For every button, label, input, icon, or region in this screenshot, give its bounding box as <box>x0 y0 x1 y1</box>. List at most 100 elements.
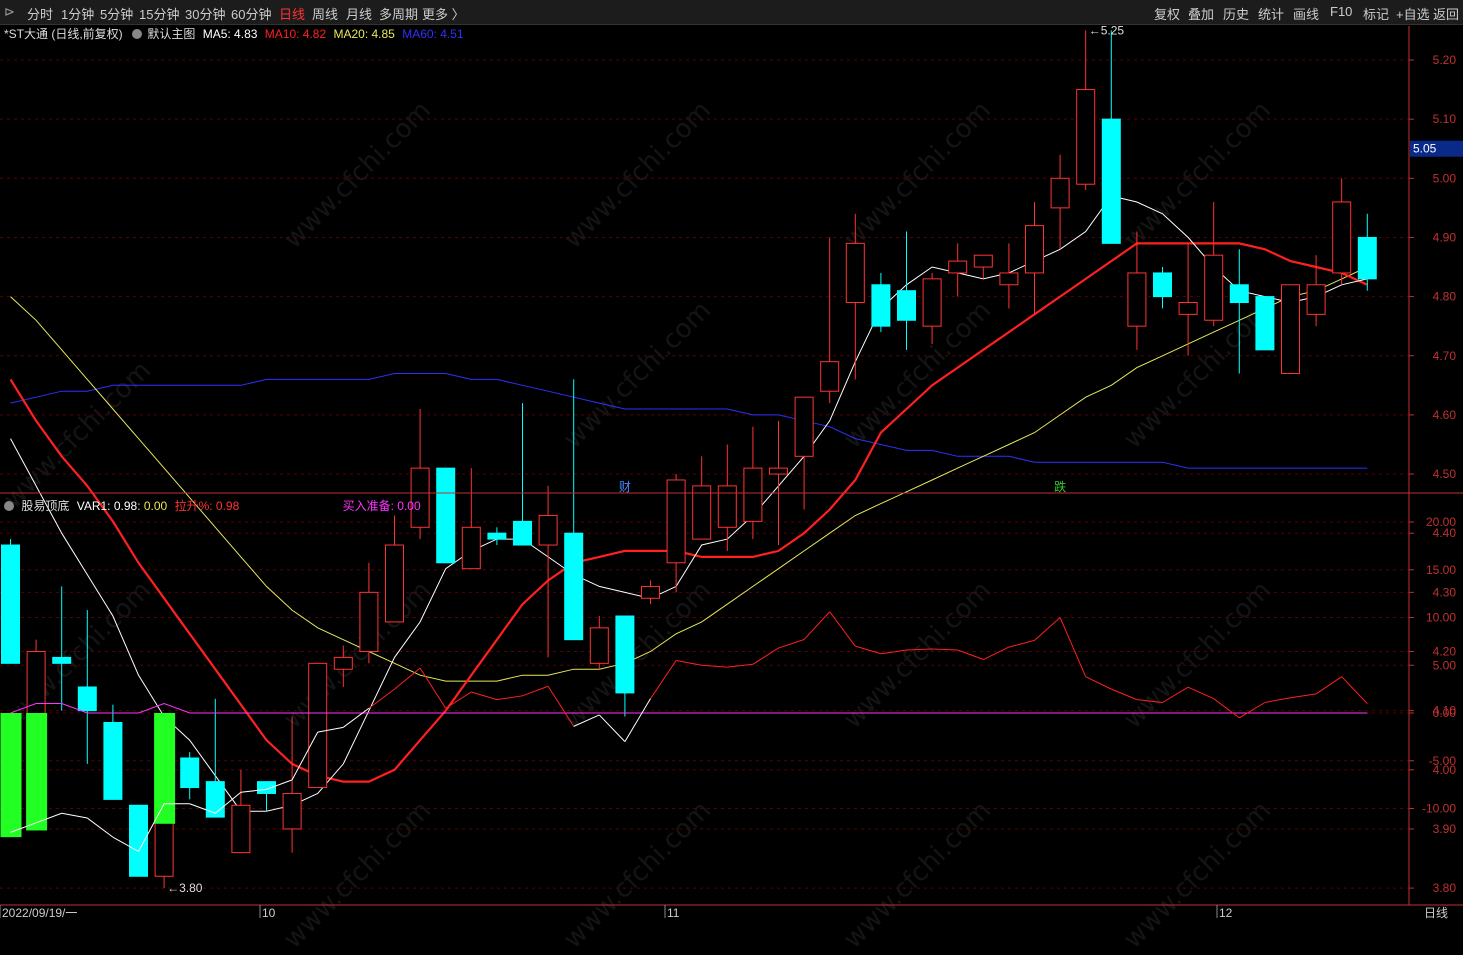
var1-segment <box>624 698 651 742</box>
var1-segment <box>547 685 575 727</box>
var1-segment <box>957 649 984 660</box>
candle-body <box>231 804 251 854</box>
var1-segment <box>1213 698 1240 719</box>
candle-body <box>359 591 379 652</box>
candle-body <box>615 615 635 694</box>
candle <box>845 213 865 380</box>
candle-body <box>1306 284 1326 315</box>
candle <box>666 474 686 593</box>
candle-body <box>794 396 814 457</box>
candle-body <box>871 284 891 327</box>
candle <box>1357 213 1377 291</box>
candle-body <box>487 532 507 540</box>
candle <box>820 237 840 404</box>
candle <box>1332 178 1352 285</box>
candle <box>205 698 225 818</box>
var1-segment <box>573 714 600 727</box>
candle <box>1050 154 1070 250</box>
ma10-value: MA10: 4.82 <box>264 27 327 41</box>
var1-segment <box>1162 686 1189 703</box>
event-marker: 财 <box>619 480 631 494</box>
candle <box>77 610 97 764</box>
template-label[interactable]: 默认主图 <box>147 27 195 41</box>
candle <box>513 403 532 546</box>
candle <box>589 616 609 670</box>
month-label-12: 12 <box>1219 906 1233 920</box>
ma60-line <box>10 373 1368 469</box>
price-tick-label: 4.70 <box>1433 349 1457 363</box>
price-tick-label: 4.30 <box>1433 585 1457 599</box>
candle <box>1127 231 1147 350</box>
candle <box>103 704 123 800</box>
candle-body <box>1357 236 1377 280</box>
candle-body <box>385 544 404 623</box>
candle-body <box>1101 118 1121 244</box>
var1-segment <box>676 659 702 666</box>
candle <box>257 781 276 812</box>
price-tick-label: 4.50 <box>1433 467 1457 481</box>
candle-body <box>897 290 916 321</box>
candle <box>436 467 456 564</box>
candle-body <box>1127 272 1147 327</box>
candle-body <box>333 656 353 670</box>
settings-icon[interactable] <box>4 501 14 511</box>
buy-prep-bar <box>154 713 176 824</box>
buy-prep-bar <box>26 713 48 831</box>
candle-body <box>1025 225 1044 274</box>
var1-segment <box>368 688 395 709</box>
candle-body <box>538 514 558 546</box>
candle <box>308 662 328 789</box>
candle-body <box>1178 302 1198 315</box>
period-label: 日线 <box>1424 906 1448 920</box>
price-tick-label: 3.90 <box>1433 822 1457 836</box>
candle-body <box>52 656 72 664</box>
var1-segment <box>522 685 549 697</box>
var1-segment <box>496 695 523 701</box>
candle <box>1281 284 1300 374</box>
var1-segment <box>803 611 831 640</box>
month-label-10: 10 <box>262 906 276 920</box>
candle <box>769 420 788 546</box>
buy-prep-value: 买入准备: 0.00 <box>342 499 421 513</box>
candle <box>743 426 763 540</box>
var1-segment <box>471 691 498 701</box>
var1-segment <box>650 660 677 699</box>
price-tick-label: 4.80 <box>1433 290 1457 304</box>
candle <box>1178 243 1198 356</box>
time-start-label: 2022/09/19/一 <box>2 906 77 920</box>
sub-tick-label: 10.00 <box>1426 611 1456 625</box>
candle-body <box>1281 284 1300 374</box>
var1-segment <box>855 645 882 655</box>
candle-body <box>1 544 20 664</box>
candle <box>564 379 584 641</box>
zero-value: : 0.00 <box>137 499 168 513</box>
var1-segment <box>598 714 626 742</box>
candle-body <box>666 479 686 564</box>
candle <box>973 254 993 279</box>
var1-segment <box>906 648 933 651</box>
var1-segment <box>419 667 447 709</box>
buy-prep-bar <box>0 713 22 838</box>
price-tick-label: 5.10 <box>1433 112 1457 126</box>
candle <box>52 586 72 711</box>
candle <box>538 485 558 658</box>
candle-body <box>717 485 737 528</box>
price-tick-label: 5.20 <box>1433 53 1457 67</box>
sub-tick-label: -10.00 <box>1422 802 1456 816</box>
candle <box>1255 296 1275 351</box>
kline-chart[interactable]: 5.205.105.004.904.804.704.604.504.404.30… <box>0 0 1463 922</box>
candle-body <box>922 278 942 327</box>
candle-body <box>1332 201 1352 274</box>
var1-segment <box>1341 676 1368 704</box>
indicator-name[interactable]: 股易顶底 <box>21 499 69 513</box>
var1-segment <box>87 817 114 838</box>
candle <box>282 716 302 853</box>
candle-body <box>973 254 993 268</box>
candle <box>1025 201 1044 315</box>
candle <box>1076 30 1096 191</box>
candle-body <box>282 792 302 830</box>
main-legend: *ST大通 (日线,前复权) 默认主图 MA5: 4.83 MA10: 4.82… <box>4 25 464 42</box>
candle-body <box>461 526 481 570</box>
candle <box>871 272 891 333</box>
settings-icon[interactable] <box>132 29 143 39</box>
